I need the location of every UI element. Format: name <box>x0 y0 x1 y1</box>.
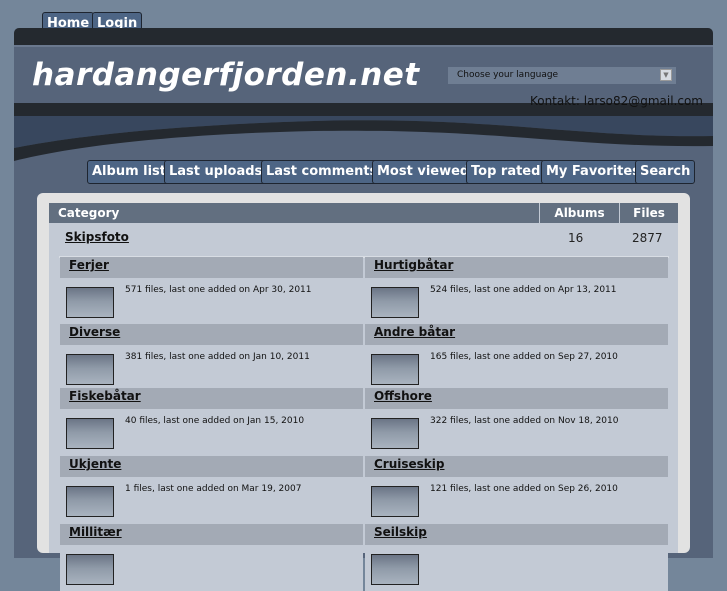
category-table: Category Albums Files Skipsfoto 16 2877 … <box>49 203 678 591</box>
album-grid: Ferjer 571 files, last one added on Apr … <box>59 256 669 591</box>
album-link[interactable]: Diverse <box>69 325 120 339</box>
album-cell: Fiskebåtar 40 files, last one added on J… <box>60 388 363 455</box>
album-info-row: 165 files, last one added on Sep 27, 201… <box>365 345 668 391</box>
nav-my-favorites[interactable]: My Favorites <box>541 160 645 184</box>
album-info-row <box>365 545 668 591</box>
album-info-row: 322 files, last one added on Nov 18, 201… <box>365 409 668 455</box>
album-cell: Cruiseskip 121 files, last one added on … <box>365 456 668 523</box>
album-cell: Diverse 381 files, last one added on Jan… <box>60 324 363 391</box>
album-info: 524 files, last one added on Apr 13, 201… <box>430 285 617 295</box>
category-files: 2877 <box>632 231 663 245</box>
album-thumbnail[interactable] <box>371 554 419 585</box>
album-cell: Ukjente 1 files, last one added on Mar 1… <box>60 456 363 523</box>
album-info: 381 files, last one added on Jan 10, 201… <box>125 352 310 362</box>
chevron-down-icon[interactable]: ▼ <box>660 69 672 81</box>
album-link[interactable]: Ferjer <box>69 258 109 272</box>
album-thumbnail[interactable] <box>66 554 114 585</box>
album-thumbnail[interactable] <box>66 287 114 318</box>
album-info-row: 381 files, last one added on Jan 10, 201… <box>60 345 363 391</box>
album-info-row: 1 files, last one added on Mar 19, 2007 <box>60 477 363 523</box>
album-info: 1 files, last one added on Mar 19, 2007 <box>125 484 302 494</box>
nav-album-list[interactable]: Album list <box>87 160 172 184</box>
album-info-row: 524 files, last one added on Apr 13, 201… <box>365 278 668 324</box>
album-info-row: 121 files, last one added on Sep 26, 201… <box>365 477 668 523</box>
album-title-row: Cruiseskip <box>365 456 668 477</box>
album-cell: Andre båtar 165 files, last one added on… <box>365 324 668 391</box>
category-albums: 16 <box>568 231 584 245</box>
album-thumbnail[interactable] <box>66 486 114 517</box>
album-cell: Seilskip <box>365 524 668 591</box>
album-link[interactable]: Andre båtar <box>374 325 455 339</box>
album-link[interactable]: Millitær <box>69 525 122 539</box>
album-title-row: Ukjente <box>60 456 363 477</box>
album-thumbnail[interactable] <box>371 418 419 449</box>
album-title-row: Offshore <box>365 388 668 409</box>
site-title[interactable]: hardangerfjorden.net <box>32 57 420 93</box>
album-thumbnail[interactable] <box>371 486 419 517</box>
album-title-row: Andre båtar <box>365 324 668 345</box>
album-cell: Ferjer 571 files, last one added on Apr … <box>60 257 363 324</box>
album-link[interactable]: Fiskebåtar <box>69 389 141 403</box>
album-info-row: 40 files, last one added on Jan 15, 2010 <box>60 409 363 455</box>
album-info: 121 files, last one added on Sep 26, 201… <box>430 484 618 494</box>
nav-top-rated[interactable]: Top rated <box>466 160 546 184</box>
album-info-row: 571 files, last one added on Apr 30, 201… <box>60 278 363 324</box>
album-info: 40 files, last one added on Jan 15, 2010 <box>125 416 305 426</box>
album-cell: Millitær <box>60 524 363 591</box>
album-thumbnail[interactable] <box>371 287 419 318</box>
album-info: 165 files, last one added on Sep 27, 201… <box>430 352 618 362</box>
nav-last-uploads[interactable]: Last uploads <box>164 160 268 184</box>
header-albums: Albums <box>540 203 619 223</box>
album-thumbnail[interactable] <box>66 354 114 385</box>
language-select-value: Choose your language <box>457 70 559 80</box>
nav-last-comments[interactable]: Last comments <box>261 160 383 184</box>
nav-search[interactable]: Search <box>635 160 696 184</box>
album-title-row: Fiskebåtar <box>60 388 363 409</box>
top-band <box>14 28 713 45</box>
album-info: 322 files, last one added on Nov 18, 201… <box>430 416 619 426</box>
album-info-row <box>60 545 363 591</box>
album-title-row: Diverse <box>60 324 363 345</box>
category-link[interactable]: Skipsfoto <box>65 230 129 244</box>
album-info: 571 files, last one added on Apr 30, 201… <box>125 285 312 295</box>
album-title-row: Seilskip <box>365 524 668 545</box>
album-title-row: Hurtigbåtar <box>365 257 668 278</box>
header-category: Category <box>49 203 539 223</box>
album-title-row: Millitær <box>60 524 363 545</box>
album-cell: Offshore 322 files, last one added on No… <box>365 388 668 455</box>
header-files: Files <box>620 203 678 223</box>
album-link[interactable]: Ukjente <box>69 457 121 471</box>
content-panel: Category Albums Files Skipsfoto 16 2877 … <box>37 193 690 591</box>
album-link[interactable]: Seilskip <box>374 525 427 539</box>
album-thumbnail[interactable] <box>371 354 419 385</box>
nav-most-viewed[interactable]: Most viewed <box>372 160 475 184</box>
album-link[interactable]: Cruiseskip <box>374 457 445 471</box>
album-thumbnail[interactable] <box>66 418 114 449</box>
album-link[interactable]: Hurtigbåtar <box>374 258 453 272</box>
album-link[interactable]: Offshore <box>374 389 432 403</box>
album-cell: Hurtigbåtar 524 files, last one added on… <box>365 257 668 324</box>
language-select[interactable]: Choose your language ▼ <box>448 67 676 84</box>
album-title-row: Ferjer <box>60 257 363 278</box>
contact-text: Kontakt: larso82@gmail.com <box>529 94 703 108</box>
